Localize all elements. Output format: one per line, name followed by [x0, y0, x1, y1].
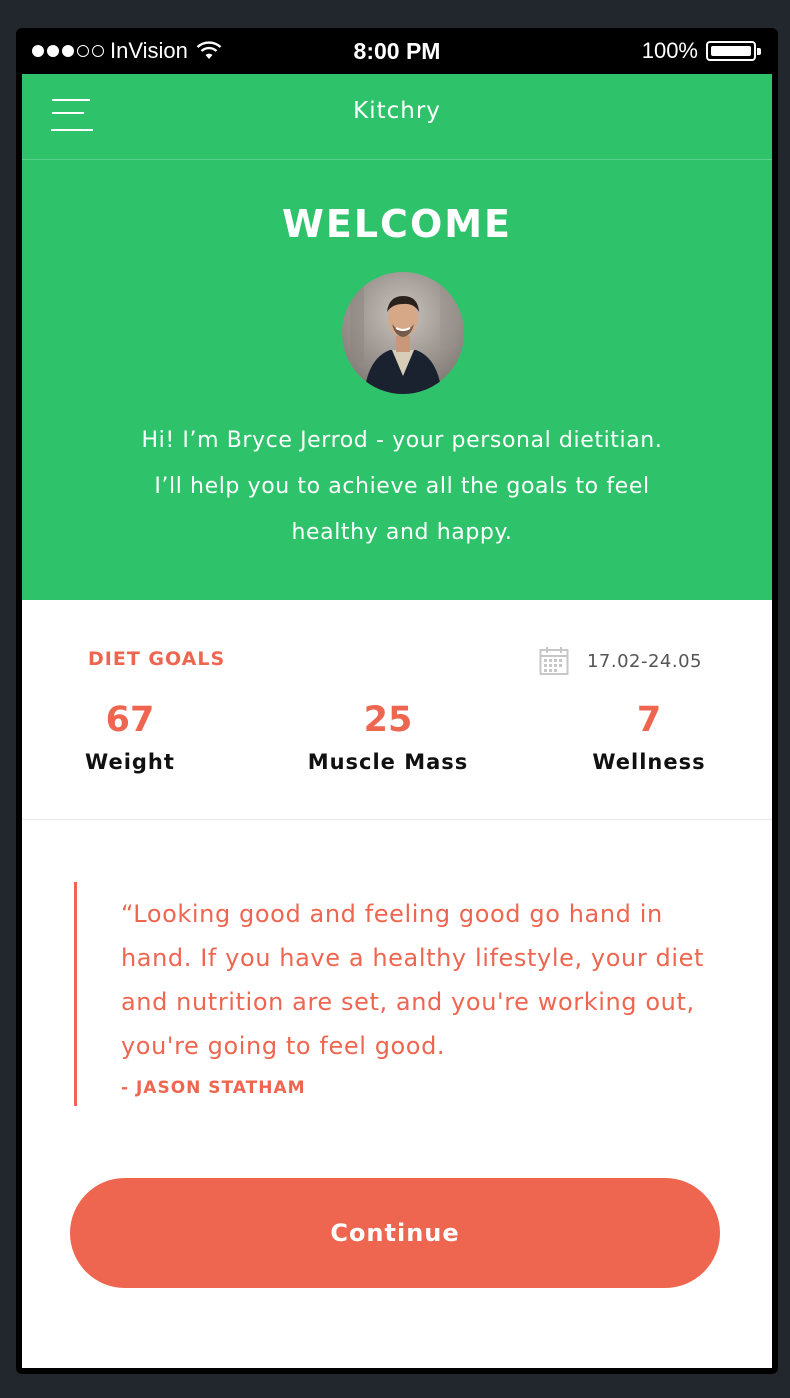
battery-percent: 100%	[641, 38, 698, 63]
continue-button[interactable]: Continue	[70, 1178, 720, 1288]
diet-goals-heading: DIET GOALS	[88, 648, 226, 670]
date-range-picker[interactable]: 17.02-24.05	[539, 646, 702, 676]
welcome-hero: Kitchry WELCOME Hi! I’m Bryce Jerrod - y…	[22, 74, 772, 600]
welcome-title: WELCOME	[281, 202, 513, 246]
goal-wellness: 7 Wellness	[549, 700, 749, 774]
goal-weight-value: 67	[105, 700, 155, 740]
quote-author: - JASON STATHAM	[121, 1078, 306, 1098]
goal-muscle-mass-value: 25	[363, 700, 413, 740]
goal-weight-label: Weight	[85, 750, 175, 774]
nav-bar: Kitchry	[22, 74, 772, 160]
quote-text: “Looking good and feeling good go hand i…	[121, 900, 704, 1060]
app-screen: InVision 8:00 PM 100% Kitchry WELCOME Hi…	[22, 30, 772, 1368]
goal-muscle-mass: 25 Muscle Mass	[288, 700, 488, 774]
date-range-label: 17.02-24.05	[586, 650, 702, 672]
goal-wellness-label: Wellness	[592, 750, 706, 774]
status-bar: InVision 8:00 PM 100%	[22, 30, 772, 74]
app-title: Kitchry	[353, 98, 441, 124]
status-right: 100%	[642, 38, 762, 64]
battery-icon	[706, 39, 762, 63]
dietitian-avatar	[342, 272, 464, 394]
goal-muscle-mass-label: Muscle Mass	[307, 750, 469, 774]
goal-weight: 67 Weight	[30, 700, 230, 774]
calendar-icon	[539, 647, 569, 675]
motivational-quote: “Looking good and feeling good go hand i…	[74, 882, 714, 1106]
goal-wellness-value: 7	[636, 700, 662, 740]
dietitian-intro: Hi! I’m Bryce Jerrod - your personal die…	[141, 428, 663, 545]
diet-goals-section: DIET GOALS 17.02-24.05 67 Weight 25 Musc…	[22, 600, 772, 820]
